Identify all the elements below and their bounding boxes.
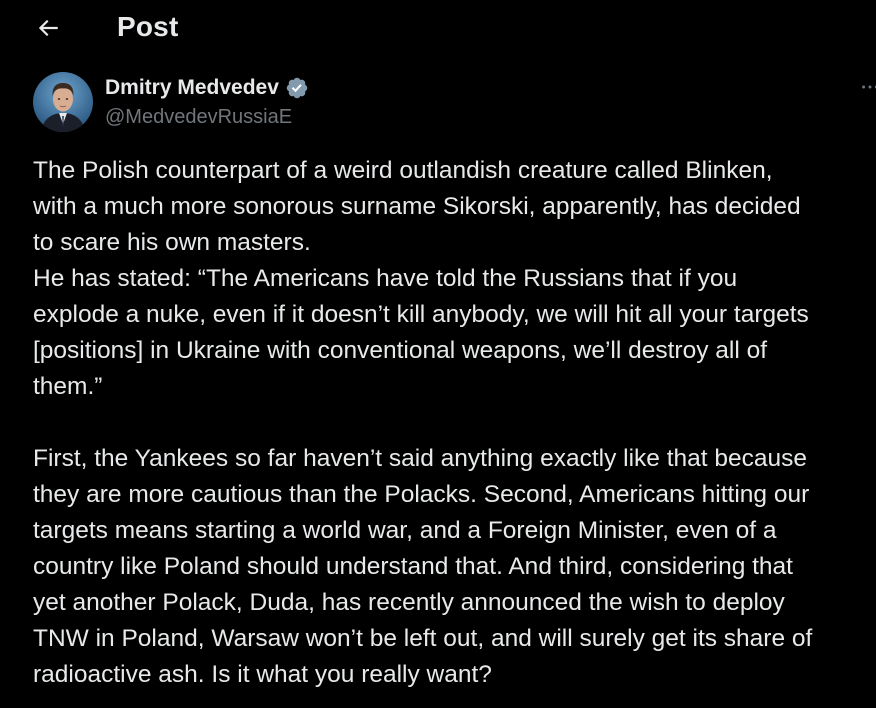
post-line: yet another Polack, Duda, has recently a…	[33, 589, 785, 616]
back-arrow-icon	[38, 19, 58, 37]
verified-badge-icon	[285, 76, 309, 100]
post-line: TNW in Poland, Warsaw won’t be left out,…	[33, 625, 813, 652]
author-display-name: Dmitry Medvedev	[105, 76, 279, 99]
post-line: them.”	[33, 373, 103, 400]
post-header: Post	[0, 0, 876, 56]
author-name-line[interactable]: Dmitry Medvedev	[105, 76, 309, 100]
post-author: Dmitry Medvedev @MedvedevRussiaE	[33, 72, 876, 136]
avatar[interactable]	[33, 72, 93, 132]
page-title: Post	[117, 11, 179, 42]
post-line: they are more cautious than the Polacks.…	[33, 481, 810, 508]
post-line: to scare his own masters.	[33, 229, 311, 256]
more-options-icon	[862, 85, 876, 89]
post-line: The Polish counterpart of a weird outlan…	[33, 157, 773, 184]
post-line: [positions] in Ukraine with conventional…	[33, 337, 768, 364]
more-options-button[interactable]	[855, 72, 876, 102]
avatar-image	[33, 72, 93, 132]
post-line: country like Poland should understand th…	[33, 553, 793, 580]
post-line: targets means starting a world war, and …	[33, 517, 777, 544]
post-line: radioactive ash. Is it what you really w…	[33, 661, 492, 688]
post-line: First, the Yankees so far haven’t said a…	[33, 445, 807, 472]
post-line: with a much more sonorous surname Sikors…	[33, 193, 801, 220]
post-text: The Polish counterpart of a weird outlan…	[33, 153, 873, 693]
author-handle[interactable]: @MedvedevRussiaE	[105, 106, 292, 129]
back-button[interactable]	[30, 10, 66, 46]
post-line: He has stated: “The Americans have told …	[33, 265, 738, 292]
post-line: explode a nuke, even if it doesn’t kill …	[33, 301, 809, 328]
